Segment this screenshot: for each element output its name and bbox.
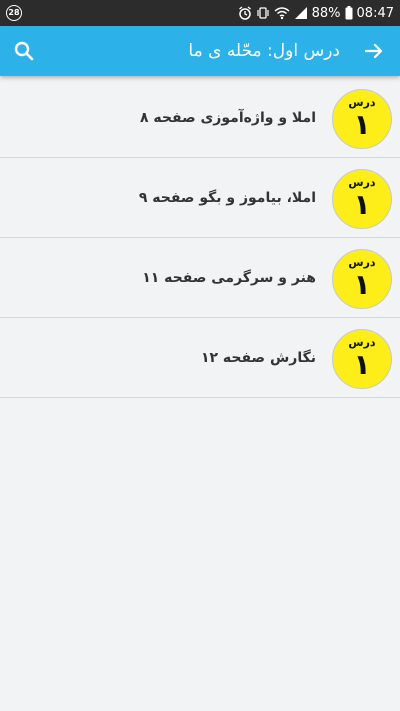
- battery-icon: [345, 6, 353, 20]
- vibrate-icon: [257, 7, 269, 19]
- battery-percent: 88%: [311, 5, 341, 21]
- status-icons: 88% 08:47: [238, 0, 394, 26]
- badge-number: ۱: [353, 348, 371, 381]
- page-title: درس اول: محّله ی ما: [188, 41, 340, 61]
- list-item[interactable]: درس ۱ هنر و سرگرمی صفحه ۱۱: [0, 238, 400, 318]
- badge-number: ۱: [353, 108, 371, 141]
- lesson-badge: درس ۱: [332, 249, 392, 309]
- app-bar: درس اول: محّله ی ما: [0, 26, 400, 76]
- list-item[interactable]: درس ۱ املا و واژه‌آموزی صفحه ۸: [0, 78, 400, 158]
- lesson-title: املا، بیاموز و بگو صفحه ۹: [138, 190, 316, 206]
- lesson-list: درس ۱ املا و واژه‌آموزی صفحه ۸ درس ۱ امل…: [0, 78, 400, 398]
- badge-number: ۱: [353, 268, 371, 301]
- lesson-badge: درس ۱: [332, 89, 392, 149]
- list-item[interactable]: درس ۱ نگارش صفحه ۱۲: [0, 318, 400, 398]
- search-icon: [14, 41, 34, 61]
- signal-icon: [294, 7, 307, 19]
- list-item[interactable]: درس ۱ املا، بیاموز و بگو صفحه ۹: [0, 158, 400, 238]
- badge-number: ۱: [353, 188, 371, 221]
- arrow-right-icon: [364, 43, 383, 59]
- lesson-badge: درس ۱: [332, 329, 392, 389]
- status-bar: 28 88% 08:47: [0, 0, 400, 26]
- back-button[interactable]: [360, 37, 388, 65]
- lesson-title: هنر و سرگرمی صفحه ۱۱: [142, 270, 316, 286]
- lesson-title: املا و واژه‌آموزی صفحه ۸: [140, 110, 316, 126]
- search-button[interactable]: [10, 37, 38, 65]
- lesson-title: نگارش صفحه ۱۲: [200, 350, 316, 366]
- notification-icon: 28: [6, 5, 22, 21]
- lesson-badge: درس ۱: [332, 169, 392, 229]
- alarm-icon: [238, 6, 251, 20]
- wifi-icon: [274, 7, 290, 20]
- clock: 08:47: [356, 5, 394, 21]
